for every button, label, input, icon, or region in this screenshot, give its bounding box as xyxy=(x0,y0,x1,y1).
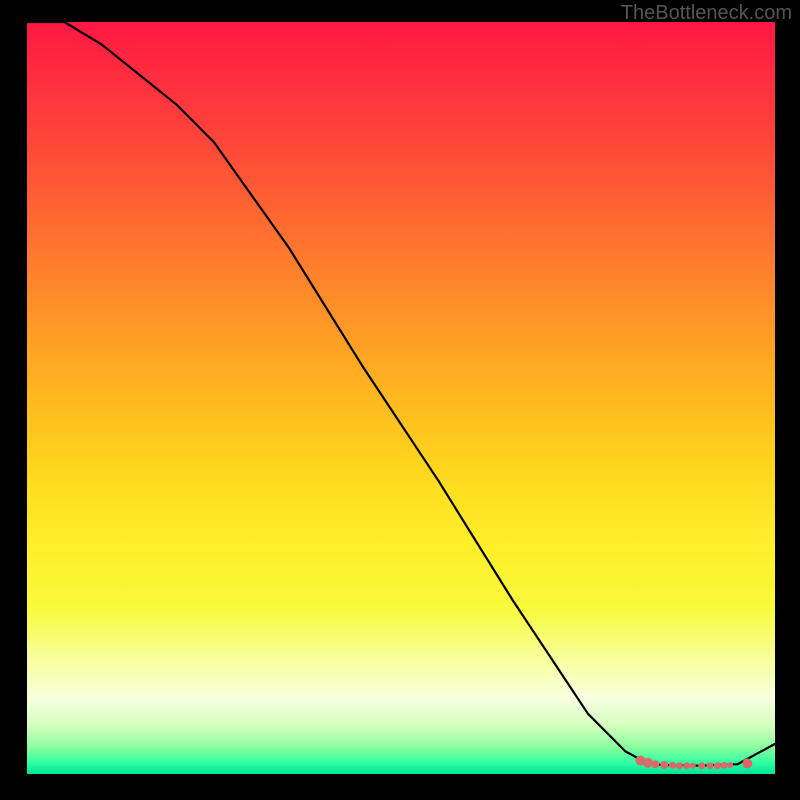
marker-dot xyxy=(698,762,705,769)
marker-dot xyxy=(706,762,713,769)
watermark-text: TheBottleneck.com xyxy=(621,2,792,25)
marker-dot xyxy=(669,762,676,769)
marker-dot xyxy=(660,761,668,769)
marker-dot xyxy=(690,763,696,769)
marker-dot xyxy=(742,759,752,769)
marker-dot xyxy=(683,762,690,769)
marker-dot xyxy=(676,762,683,769)
marker-dot xyxy=(643,758,653,768)
marker-dot xyxy=(651,760,659,768)
chart-container: TheBottleneck.com xyxy=(0,0,800,800)
marker-dot xyxy=(721,762,728,769)
bottleneck-chart xyxy=(0,0,800,800)
marker-dot xyxy=(714,762,721,769)
marker-dot xyxy=(727,762,733,768)
plot-area xyxy=(27,22,775,774)
